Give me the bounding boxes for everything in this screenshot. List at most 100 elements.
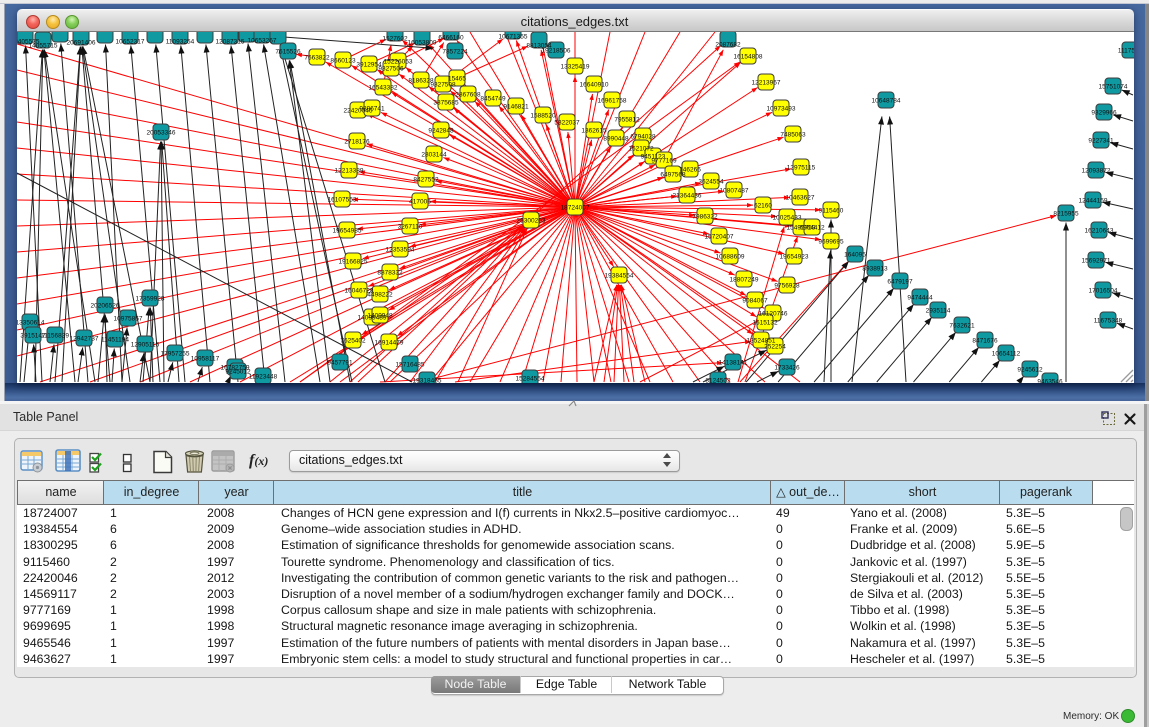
svg-text:7663822: 7663822	[304, 54, 330, 61]
svg-text:1588520: 1588520	[530, 112, 556, 119]
svg-text:19166825: 19166825	[339, 258, 368, 265]
svg-text:16543382: 16543382	[369, 84, 398, 91]
svg-text:19218506: 19218506	[542, 47, 571, 54]
svg-text:20053346: 20053346	[147, 129, 176, 136]
svg-text:9699695: 9699695	[818, 238, 844, 245]
svg-text:16046728: 16046728	[345, 287, 374, 294]
svg-text:10958117: 10958117	[191, 355, 220, 362]
svg-text:9777169: 9777169	[651, 157, 677, 164]
svg-text:12087315: 12087315	[216, 39, 245, 46]
svg-text:20691406: 20691406	[67, 40, 96, 47]
svg-text:62160: 62160	[754, 202, 772, 209]
svg-text:10671355: 10671355	[499, 34, 528, 41]
svg-text:12213389: 12213389	[335, 167, 364, 174]
svg-text:7632621: 7632621	[949, 322, 975, 329]
svg-text:10973493: 10973493	[767, 105, 796, 112]
svg-text:9463546: 9463546	[1037, 378, 1063, 383]
svg-text:16961758: 16961758	[598, 97, 627, 104]
svg-text:3875685: 3875685	[433, 99, 459, 106]
svg-text:16120746: 16120746	[759, 310, 788, 317]
svg-text:417006: 417006	[409, 198, 431, 205]
svg-text:9146821: 9146821	[503, 103, 529, 110]
svg-text:17016504: 17016504	[1089, 287, 1118, 294]
svg-text:10648784: 10648784	[872, 97, 901, 104]
svg-text:1117532: 1117532	[1118, 47, 1134, 54]
svg-text:8215955: 8215955	[1053, 210, 1079, 217]
svg-text:1615132: 1615132	[752, 319, 778, 326]
svg-text:6479197: 6479197	[887, 278, 913, 285]
svg-text:8990448: 8990448	[603, 135, 629, 142]
svg-text:5322037: 5322037	[554, 119, 580, 126]
svg-text:7857224: 7857224	[442, 48, 468, 55]
svg-text:10975867: 10975867	[114, 315, 143, 322]
svg-text:1621072: 1621072	[628, 145, 654, 152]
svg-text:7515526: 7515526	[275, 48, 301, 55]
svg-text:2935114: 2935114	[926, 307, 951, 314]
svg-text:17957255: 17957255	[161, 350, 190, 357]
svg-text:15226053: 15226053	[384, 58, 413, 65]
svg-text:8878332: 8878332	[377, 269, 403, 276]
svg-text:10652317: 10652317	[116, 39, 145, 46]
svg-text:15751074: 15751074	[1099, 83, 1128, 90]
svg-text:7986322: 7986322	[692, 213, 718, 220]
svg-text:15284554: 15284554	[516, 375, 545, 382]
svg-text:16210643: 16210643	[1085, 227, 1114, 234]
svg-text:15692971: 15692971	[1082, 257, 1111, 264]
svg-text:10807487: 10807487	[720, 187, 749, 194]
svg-text:19654985: 19654985	[333, 227, 362, 234]
svg-text:7625402: 7625402	[340, 337, 366, 344]
svg-text:6794028: 6794028	[630, 133, 656, 140]
svg-text:15465: 15465	[448, 75, 466, 82]
svg-text:10025433: 10025433	[773, 214, 802, 221]
svg-text:11451194: 11451194	[101, 336, 129, 343]
svg-text:1362615: 1362615	[581, 127, 607, 134]
svg-text:9327508: 9327508	[430, 81, 456, 88]
svg-text:13350614: 13350614	[17, 319, 45, 326]
svg-text:14138141: 14138141	[719, 359, 748, 366]
svg-text:11923448: 11923448	[249, 373, 278, 380]
svg-text:12093872: 12093872	[1082, 167, 1111, 174]
svg-text:12975115: 12975115	[787, 164, 816, 171]
svg-text:1409948: 1409948	[367, 312, 393, 319]
svg-text:6964412: 6964412	[799, 224, 825, 231]
svg-text:10654112: 10654112	[992, 350, 1021, 357]
svg-text:17359928: 17359928	[136, 295, 165, 302]
svg-text:16053809: 16053809	[408, 40, 437, 47]
svg-text:15716485: 15716485	[396, 361, 425, 368]
svg-text:10688609: 10688609	[716, 253, 745, 260]
svg-text:9474444: 9474444	[907, 294, 933, 301]
svg-text:16154808: 16154808	[734, 53, 763, 60]
svg-text:8938913: 8938913	[862, 265, 888, 272]
svg-text:19654923: 19654923	[780, 253, 809, 260]
svg-text:9896741: 9896741	[359, 105, 385, 112]
svg-text:9329966: 9329966	[1091, 109, 1117, 116]
svg-text:3267110: 3267110	[398, 223, 423, 230]
svg-text:1527602: 1527602	[382, 36, 408, 43]
svg-text:6466160: 6466160	[438, 35, 464, 42]
svg-text:9084067: 9084067	[742, 297, 768, 304]
svg-text:7485063: 7485063	[780, 131, 806, 138]
svg-text:2087682: 2087682	[715, 42, 741, 49]
svg-text:8124502: 8124502	[705, 377, 731, 383]
svg-text:9115460: 9115460	[819, 207, 844, 214]
svg-text:2867608: 2867608	[455, 91, 481, 98]
svg-text:8660123: 8660123	[330, 57, 356, 64]
svg-text:9245612: 9245612	[1017, 366, 1043, 373]
svg-text:1733426: 1733426	[774, 364, 800, 371]
svg-text:11093254: 11093254	[166, 39, 195, 46]
svg-text:9242848: 9242848	[428, 127, 454, 134]
svg-text:16107553: 16107553	[328, 196, 357, 203]
svg-text:10653267: 10653267	[248, 38, 277, 45]
svg-text:19384554: 19384554	[605, 272, 634, 279]
svg-text:15720407: 15720407	[705, 233, 734, 240]
svg-text:25300203: 25300203	[517, 217, 546, 224]
svg-text:9227341: 9227341	[1088, 137, 1114, 144]
svg-text:12353594: 12353594	[386, 246, 415, 253]
svg-text:19318465: 19318465	[413, 377, 442, 383]
svg-text:8471676: 8471676	[972, 337, 998, 344]
svg-text:12213967: 12213967	[752, 79, 781, 86]
svg-text:9457791: 9457791	[327, 359, 353, 366]
svg-text:12942737: 12942737	[70, 335, 99, 342]
svg-text:8427552: 8427552	[413, 176, 439, 183]
svg-text:746266: 746266	[679, 166, 701, 173]
